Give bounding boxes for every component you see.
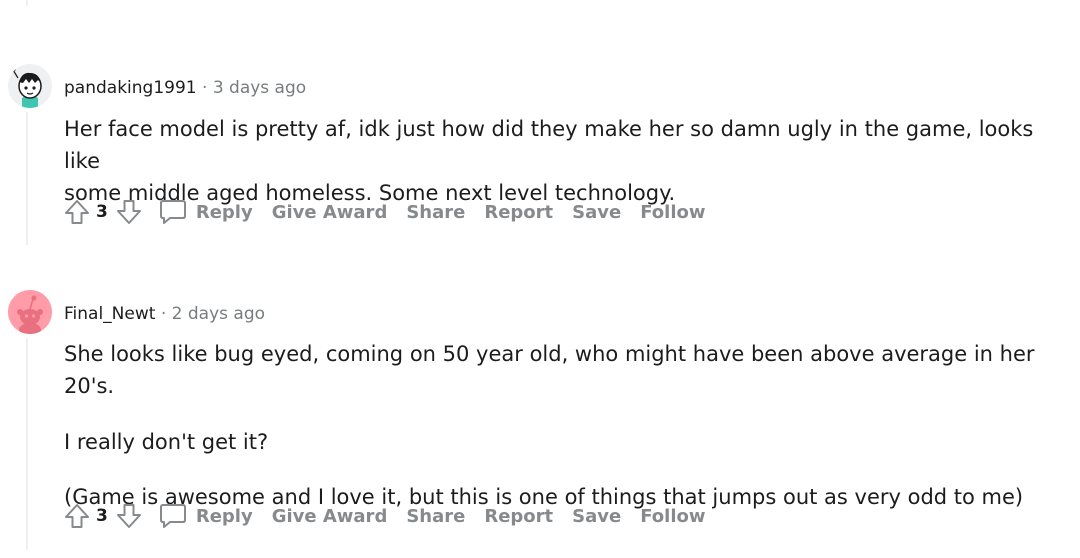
downvote-icon: [116, 504, 141, 528]
share-button[interactable]: Share: [406, 506, 465, 527]
give-award-button[interactable]: Give Award: [272, 506, 388, 527]
comment-2: Final_Newt · 2 days ago She looks like b…: [0, 0, 1080, 558]
comment-actions: 3 Reply Give Award Share Report Save Fol…: [62, 498, 706, 534]
comment-body: She looks like bug eyed, coming on 50 ye…: [64, 338, 1064, 513]
upvote-button[interactable]: [62, 501, 92, 531]
vote-score: 3: [96, 506, 108, 526]
avatar[interactable]: [8, 290, 52, 334]
reply-button[interactable]: Reply: [158, 501, 253, 531]
reddit-snoo-avatar: [8, 290, 52, 334]
comment-bubble-icon: [158, 501, 188, 531]
report-button[interactable]: Report: [484, 506, 553, 527]
save-button[interactable]: Save: [572, 506, 621, 527]
meta-separator: ·: [160, 304, 167, 324]
comment-meta: Final_Newt · 2 days ago: [64, 303, 265, 325]
timestamp[interactable]: 2 days ago: [172, 304, 265, 324]
follow-button[interactable]: Follow: [640, 506, 705, 527]
comment-paragraph: She looks like bug eyed, coming on 50 ye…: [64, 342, 1035, 398]
upvote-icon: [65, 504, 89, 528]
reply-label: Reply: [195, 505, 253, 527]
username[interactable]: Final_Newt: [64, 304, 155, 324]
downvote-button[interactable]: [114, 501, 144, 531]
comment-paragraph: I really don't get it?: [64, 430, 269, 454]
